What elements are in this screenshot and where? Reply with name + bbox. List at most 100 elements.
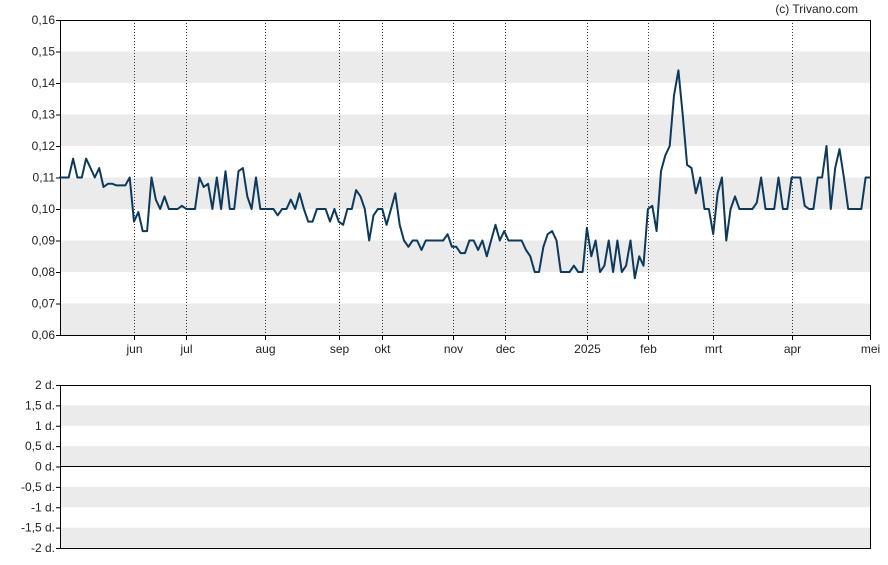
price-data-point [316,208,318,210]
price-data-point [860,208,862,210]
price-band [60,303,870,335]
price-data-point [242,167,244,169]
price-data-point [237,170,240,172]
price-data-point [542,246,545,248]
price-data-point [264,208,266,210]
price-data-point [329,221,331,223]
dividend-y-tick-label: -1,5 d. [21,521,55,535]
price-data-point [333,208,335,210]
price-data-point [512,239,514,242]
price-data-point [451,246,453,248]
price-data-point [460,252,462,254]
price-data-point [399,224,401,226]
price-data-point [751,208,754,210]
price-data-point [481,239,483,242]
price-data-point [94,176,96,179]
price-data-point [703,208,706,210]
price-data-point [690,167,693,169]
price-data-point [490,239,492,242]
price-data-point [582,271,584,273]
price-data-point [259,208,261,210]
price-data-point [224,170,227,172]
price-data-point [651,205,653,207]
price-data-point [595,239,597,242]
dividend-y-tick-label: 0,5 d. [25,439,55,453]
price-data-point [320,208,322,210]
price-data-point [642,265,645,267]
price-data-point [468,239,470,242]
price-data-point [420,249,423,251]
price-data-point [133,221,135,223]
price-data-point [255,176,257,179]
price-data-point [111,183,113,185]
price-data-point [177,208,179,210]
price-data-point [856,208,858,210]
price-data-point [433,239,436,242]
price-data-point [368,239,370,242]
price-data-point [695,192,697,194]
price-x-tick-label: nov [444,342,463,356]
price-x-tick-label: jul [179,342,192,356]
price-data-point [786,208,788,210]
price-data-point [708,208,710,210]
price-data-point [538,271,540,273]
dividend-y-tick-label: 1,5 d. [25,398,55,412]
price-data-point [294,208,296,210]
price-data-point [573,265,575,267]
price-data-point [290,199,292,201]
price-data-point [303,208,305,210]
price-x-tick-label: feb [640,342,657,356]
price-data-point [764,208,767,210]
price-data-point [560,271,562,273]
price-data-point [381,208,383,210]
price-data-point [712,233,714,235]
dividend-y-tick-label: 2 d. [35,378,55,392]
price-data-point [198,176,200,179]
price-data-point [756,202,758,204]
price-x-tick-label: dec [496,342,515,356]
dividend-band [60,446,870,467]
price-x-tick-label: apr [784,342,801,356]
price-data-point [616,239,619,242]
price-data-point [116,184,118,186]
price-data-point [612,271,614,273]
price-data-point [677,69,680,71]
price-data-point [564,271,566,273]
price-y-tick-label: 0,07 [32,297,56,311]
price-x-tick-label: mei [861,342,880,356]
price-data-point [621,271,623,273]
price-data-point [825,145,828,147]
price-data-point [425,239,427,242]
dividend-y-tick-label: -1 d. [31,500,55,514]
price-data-point [377,208,379,210]
price-data-point [769,208,771,210]
price-y-tick-label: 0,09 [32,234,56,248]
price-data-point [521,239,523,242]
price-data-point [168,208,170,210]
dividend-y-tick-label: -0,5 d. [21,480,55,494]
dividend-band [60,405,870,426]
price-data-point [503,230,505,232]
price-data-point [172,208,174,210]
price-data-point [656,230,658,232]
price-data-point [812,208,815,210]
dividend-band [60,527,870,548]
price-data-point [429,239,431,242]
price-data-point [447,233,449,235]
price-data-point [590,255,592,257]
price-data-point [634,277,636,279]
price-data-point [669,145,671,147]
price-data-point [72,158,74,160]
price-data-point [59,176,61,179]
price-data-point [682,113,684,116]
price-data-point [185,208,187,210]
chart-canvas: (c) Trivano.com 0,16 0,15 0,14 0,13 0,12 0,11… [21,2,880,555]
price-data-point [577,271,579,273]
price-data-point [107,183,109,185]
price-x-tick-label: mrt [705,342,723,356]
price-band [60,177,870,209]
price-data-point [660,170,662,172]
price-data-point [717,192,719,194]
price-x-tick-label: aug [255,342,275,356]
price-data-point [869,176,871,179]
